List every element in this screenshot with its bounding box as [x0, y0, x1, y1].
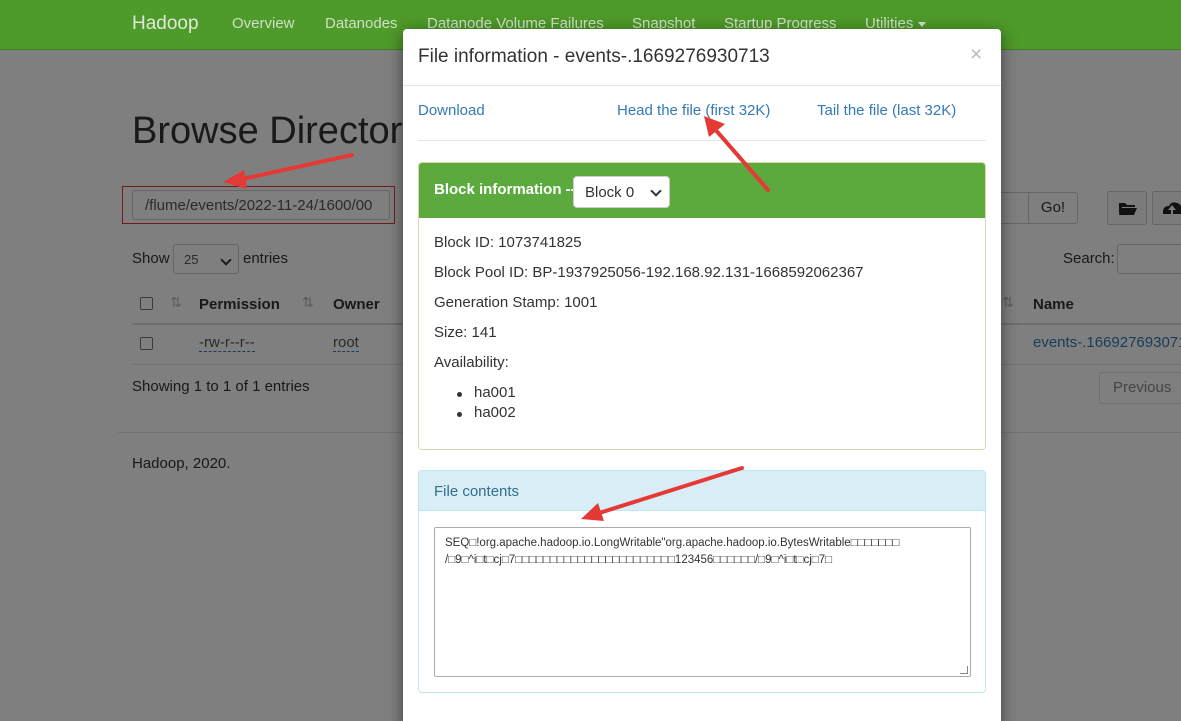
host-item: ha001: [474, 384, 516, 401]
tail-file-link[interactable]: Tail the file (last 32K): [817, 102, 956, 119]
brand-logo[interactable]: Hadoop: [132, 13, 199, 35]
host-item: ha002: [474, 404, 516, 421]
block-info-header: Block information -- Block 0: [419, 163, 985, 218]
head-file-link[interactable]: Head the file (first 32K): [617, 102, 770, 119]
block-select[interactable]: Block 0: [573, 176, 670, 208]
file-contents-header: File contents: [419, 471, 985, 511]
block-select-value: Block 0: [585, 184, 635, 201]
resize-grip-icon[interactable]: [960, 666, 968, 674]
bullet-icon: [457, 412, 462, 417]
file-contents-textarea[interactable]: SEQ□!org.apache.hadoop.io.LongWritable"o…: [434, 527, 971, 677]
file-info-modal: File information - events-.1669276930713…: [403, 29, 1001, 721]
bullet-icon: [457, 392, 462, 397]
modal-header-divider: [403, 85, 1001, 86]
download-link[interactable]: Download: [418, 102, 485, 119]
availability-label: Availability:: [434, 354, 509, 371]
contents-line: /□9□^i□t□cj□7□□□□□□□□□□□□□□□□□□□□□□□1234…: [445, 554, 833, 566]
close-icon[interactable]: ×: [970, 43, 982, 67]
generation-stamp: Generation Stamp: 1001: [434, 294, 598, 311]
block-size: Size: 141: [434, 324, 497, 341]
block-info-title: Block information --: [434, 181, 576, 198]
file-contents-panel: File contents SEQ□!org.apache.hadoop.io.…: [418, 470, 986, 693]
file-contents-title: File contents: [434, 483, 520, 500]
nav-datanodes[interactable]: Datanodes: [325, 15, 398, 32]
block-pool-id: Block Pool ID: BP-1937925056-192.168.92.…: [434, 264, 864, 281]
block-id: Block ID: 1073741825: [434, 234, 582, 251]
nav-overview[interactable]: Overview: [232, 15, 295, 32]
caret-down-icon: [918, 21, 927, 27]
block-info-panel: Block information -- Block 0 Block ID: 1…: [418, 162, 986, 450]
links-divider: [418, 140, 986, 141]
modal-title: File information - events-.1669276930713: [418, 46, 770, 67]
contents-line: SEQ□!org.apache.hadoop.io.LongWritable"o…: [445, 537, 900, 549]
